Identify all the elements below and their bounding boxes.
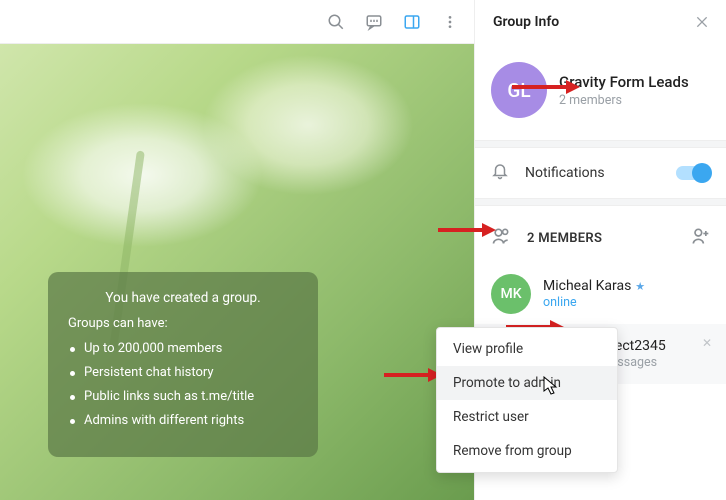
menu-remove-group[interactable]: Remove from group: [437, 434, 617, 468]
separator: [475, 198, 726, 206]
chat-icon[interactable]: [362, 10, 386, 34]
welcome-bullet: Up to 200,000 members: [68, 341, 298, 356]
member-status: online: [543, 295, 645, 310]
group-name: Gravity Form Leads: [559, 73, 689, 91]
notifications-toggle[interactable]: [676, 166, 710, 180]
members-header: 2 MEMBERS: [475, 206, 726, 264]
close-icon[interactable]: [692, 12, 712, 32]
notifications-label: Notifications: [525, 165, 660, 181]
notifications-row[interactable]: Notifications: [475, 148, 726, 198]
menu-restrict-user[interactable]: Restrict user: [437, 400, 617, 434]
member-avatar: MK: [491, 274, 531, 314]
menu-promote-admin[interactable]: Promote to admin: [437, 366, 617, 400]
more-icon[interactable]: [438, 10, 462, 34]
menu-view-profile[interactable]: View profile: [437, 332, 617, 366]
add-member-icon[interactable]: [690, 226, 710, 250]
top-bar: [0, 0, 474, 44]
welcome-title: You have created a group.: [68, 290, 298, 306]
separator: [475, 140, 726, 148]
members-icon: [491, 226, 511, 250]
welcome-bullet: Persistent chat history: [68, 365, 298, 380]
welcome-bullet: Public links such as t.me/title: [68, 389, 298, 404]
panel-header: Group Info: [475, 0, 726, 44]
group-avatar[interactable]: GL: [491, 62, 547, 118]
admin-star-icon: ★: [635, 280, 645, 293]
welcome-card: You have created a group. Groups can hav…: [48, 272, 318, 457]
group-summary: GL Gravity Form Leads 2 members: [475, 44, 726, 140]
chat-background: You have created a group. Groups can hav…: [0, 0, 474, 500]
search-icon[interactable]: [324, 10, 348, 34]
welcome-bullet: Admins with different rights: [68, 413, 298, 428]
remove-member-icon[interactable]: ✕: [702, 336, 712, 350]
member-name: Micheal Karas★: [543, 278, 645, 294]
welcome-list: Up to 200,000 members Persistent chat hi…: [68, 341, 298, 428]
welcome-subtitle: Groups can have:: [68, 316, 298, 331]
sidebar-toggle-icon[interactable]: [400, 10, 424, 34]
bell-icon: [491, 162, 509, 184]
panel-title: Group Info: [493, 14, 692, 30]
members-title: 2 MEMBERS: [527, 231, 674, 246]
member-row[interactable]: MK Micheal Karas★ online: [475, 264, 726, 324]
group-member-count: 2 members: [559, 93, 689, 108]
context-menu: View profile Promote to admin Restrict u…: [436, 327, 618, 473]
